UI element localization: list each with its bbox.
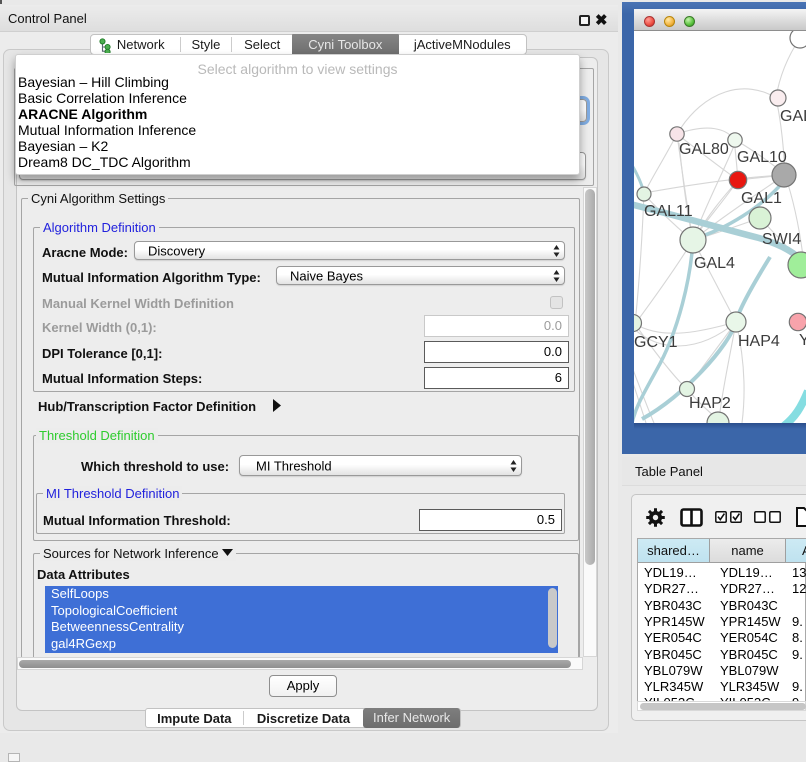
svg-text:GAL1: GAL1 [741, 190, 782, 207]
svg-text:SWI4: SWI4 [762, 231, 801, 248]
svg-text:GAL80: GAL80 [679, 141, 729, 158]
svg-text:Y: Y [799, 332, 806, 349]
svg-text:GCY1: GCY1 [634, 334, 678, 351]
svg-text:HAP2: HAP2 [689, 395, 731, 412]
svg-text:GAL10: GAL10 [737, 149, 787, 166]
svg-text:GAL4: GAL4 [694, 255, 735, 272]
svg-text:GAL11: GAL11 [644, 203, 693, 220]
svg-text:HAP4: HAP4 [738, 333, 780, 350]
svg-text:GAL7: GAL7 [780, 108, 806, 125]
